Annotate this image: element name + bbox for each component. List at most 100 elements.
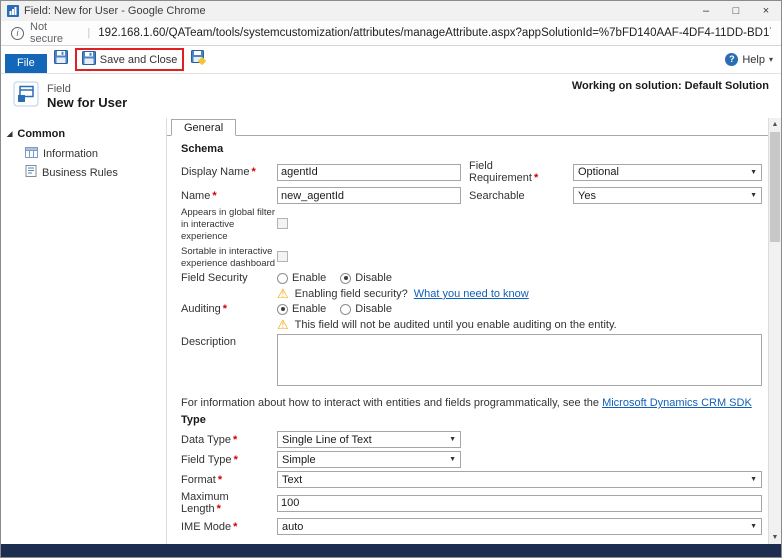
scroll-down-icon[interactable]: ▼ <box>769 531 781 544</box>
type-section-label: Type <box>181 412 762 428</box>
business-rules-icon <box>25 165 37 180</box>
field-requirement-label: Field Requirement* <box>469 160 565 184</box>
warning-text: Enabling field security? <box>295 288 408 300</box>
field-security-enable-radio[interactable]: Enable <box>277 272 326 284</box>
field-security-label: Field Security <box>181 272 269 284</box>
global-filter-checkbox[interactable] <box>277 218 288 229</box>
page-url[interactable]: 192.168.1.60/QATeam/tools/systemcustomiz… <box>98 27 771 39</box>
maximize-button[interactable]: □ <box>721 1 751 21</box>
not-secure-label: Not secure <box>30 21 79 45</box>
annotation-box: Save and Close <box>75 48 185 71</box>
required-asterisk: * <box>217 503 221 515</box>
auditing-label: Auditing* <box>181 303 269 315</box>
help-label: Help <box>742 54 765 66</box>
ime-mode-select[interactable]: auto▼ <box>277 518 762 535</box>
radio-selected-icon <box>277 304 288 315</box>
chevron-down-icon: ▼ <box>750 523 757 530</box>
sidebar-item-business-rules[interactable]: Business Rules <box>1 163 166 182</box>
required-asterisk: * <box>233 434 237 446</box>
warning-icon: ⚠ <box>277 287 289 300</box>
chevron-down-icon: ▼ <box>750 192 757 199</box>
tab-strip: General <box>167 118 768 135</box>
browser-window: Field: New for User - Google Chrome – □ … <box>0 0 782 558</box>
format-label: Format* <box>181 474 269 486</box>
chevron-down-icon: ▾ <box>769 55 773 64</box>
radio-icon <box>277 273 288 284</box>
maximum-length-input[interactable] <box>277 495 762 512</box>
page-favicon-icon <box>7 5 19 17</box>
sortable-label: Sortable in interactive experience dashb… <box>181 246 277 270</box>
schema-section-label: Schema <box>181 141 762 157</box>
name-label: Name* <box>181 190 269 202</box>
close-button[interactable]: × <box>751 1 781 21</box>
description-textarea[interactable] <box>277 334 762 386</box>
file-tab-button[interactable]: File <box>5 54 47 73</box>
sortable-checkbox-cell <box>277 251 461 265</box>
scrollbar-thumb[interactable] <box>770 132 780 242</box>
format-select[interactable]: Text▼ <box>277 471 762 488</box>
save-and-close-button[interactable]: Save and Close <box>82 51 178 68</box>
required-asterisk: * <box>234 454 238 466</box>
what-you-need-to-know-link[interactable]: What you need to know <box>414 288 529 300</box>
required-asterisk: * <box>212 190 216 202</box>
searchable-label: Searchable <box>469 190 565 202</box>
sidebar-item-information[interactable]: Information <box>1 145 166 163</box>
save-and-close-label: Save and Close <box>100 54 178 66</box>
ime-mode-label: IME Mode* <box>181 521 269 533</box>
help-icon: ? <box>725 53 738 66</box>
searchable-select[interactable]: Yes▼ <box>573 187 762 204</box>
required-asterisk: * <box>534 172 538 184</box>
field-security-warning: ⚠ Enabling field security? What you need… <box>277 287 762 300</box>
page-title: New for User <box>47 95 127 110</box>
save-and-new-button[interactable] <box>191 50 206 70</box>
command-bar: File Save and Close ? Help ▾ <box>1 46 781 74</box>
required-asterisk: * <box>233 521 237 533</box>
scroll-up-icon[interactable]: ▲ <box>769 118 781 131</box>
field-requirement-select[interactable]: Optional▼ <box>573 164 762 181</box>
name-input[interactable] <box>277 187 461 204</box>
sortable-checkbox[interactable] <box>277 251 288 262</box>
navigation-sidebar: ◢ Common Information Business Rules <box>1 118 167 544</box>
minimize-button[interactable]: – <box>691 1 721 21</box>
save-and-close-icon <box>82 51 96 68</box>
content-area: ◢ Common Information Business Rules Gene… <box>1 118 781 544</box>
save-icon <box>54 50 68 69</box>
address-bar[interactable]: i Not secure | 192.168.1.60/QATeam/tools… <box>1 21 781 46</box>
tab-general[interactable]: General <box>171 119 236 136</box>
field-security-disable-radio[interactable]: Disable <box>340 272 392 284</box>
sidebar-item-label: Information <box>43 148 98 160</box>
window-controls: – □ × <box>691 1 781 21</box>
field-type-select[interactable]: Simple▼ <box>277 451 461 468</box>
field-entity-icon <box>13 81 39 112</box>
sdk-note: For information about how to interact wi… <box>181 389 762 409</box>
required-asterisk: * <box>223 303 227 315</box>
global-filter-checkbox-cell <box>277 218 461 232</box>
window-titlebar: Field: New for User - Google Chrome – □ … <box>1 1 781 21</box>
url-separator: | <box>87 27 90 39</box>
warning-text: This field will not be audited until you… <box>295 319 617 331</box>
title-block: Field New for User <box>47 83 127 110</box>
vertical-scrollbar[interactable]: ▲ ▼ <box>768 118 781 544</box>
form-main: General Schema Display Name* Field Requi… <box>167 118 781 544</box>
sdk-note-text: For information about how to interact wi… <box>181 397 602 409</box>
display-name-input[interactable] <box>277 164 461 181</box>
chevron-down-icon: ▼ <box>750 169 757 176</box>
sidebar-group-common[interactable]: ◢ Common <box>1 128 166 145</box>
radio-icon <box>340 304 351 315</box>
auditing-enable-radio[interactable]: Enable <box>277 303 326 315</box>
info-icon[interactable]: i <box>11 27 24 40</box>
help-button[interactable]: ? Help ▾ <box>725 53 773 66</box>
chevron-down-icon: ▼ <box>449 456 456 463</box>
save-button[interactable] <box>54 50 68 69</box>
required-asterisk: * <box>251 166 255 178</box>
warning-icon: ⚠ <box>277 318 289 331</box>
crm-sdk-link[interactable]: Microsoft Dynamics CRM SDK <box>602 397 752 409</box>
description-label: Description <box>181 334 269 348</box>
data-type-select[interactable]: Single Line of Text▼ <box>277 431 461 448</box>
maximum-length-label: Maximum Length* <box>181 491 269 515</box>
sidebar-group-label: Common <box>17 128 65 140</box>
window-title: Field: New for User - Google Chrome <box>24 5 691 17</box>
auditing-warning: ⚠ This field will not be audited until y… <box>277 318 762 331</box>
auditing-disable-radio[interactable]: Disable <box>340 303 392 315</box>
save-and-new-icon <box>191 50 206 70</box>
